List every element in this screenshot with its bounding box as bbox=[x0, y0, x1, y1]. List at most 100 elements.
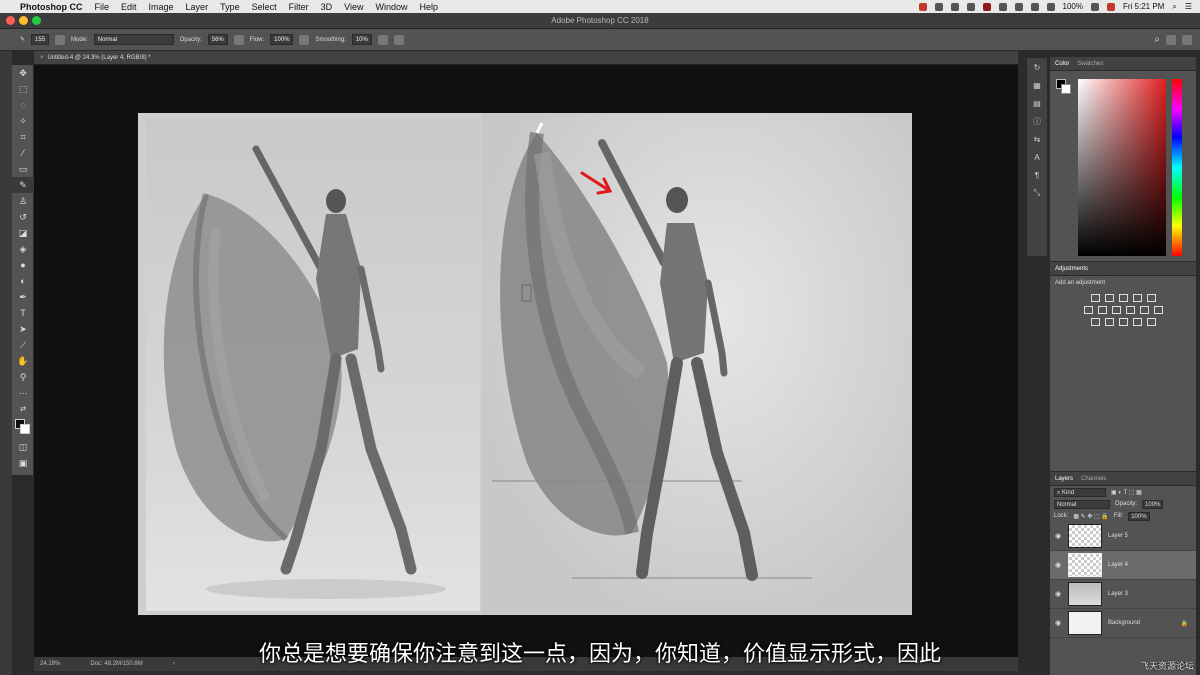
search-icon[interactable]: ⌕ bbox=[1154, 34, 1160, 45]
volume-icon[interactable] bbox=[1014, 2, 1023, 11]
more-tools-icon[interactable]: ··· bbox=[12, 385, 34, 401]
filter-kind-select[interactable]: ⌕ Kind bbox=[1054, 487, 1106, 497]
close-tab-icon[interactable]: × bbox=[40, 55, 44, 61]
document-canvas[interactable] bbox=[138, 113, 912, 615]
menu-window[interactable]: Window bbox=[375, 2, 407, 12]
quick-select-tool-icon[interactable]: ✧ bbox=[12, 113, 34, 129]
type-tool-icon[interactable]: T bbox=[12, 305, 34, 321]
app-status-icon[interactable] bbox=[934, 2, 943, 11]
menu-view[interactable]: View bbox=[344, 2, 363, 12]
document-tab[interactable]: × Untitled-4 @ 24.3% (Layer 4, RGB/8) * bbox=[34, 51, 1018, 65]
curves-icon[interactable] bbox=[1118, 294, 1128, 302]
menu-3d[interactable]: 3D bbox=[321, 2, 333, 12]
line-tool-icon[interactable]: ⟋ bbox=[12, 337, 34, 353]
brush-tool-preset-icon[interactable]: ✎ bbox=[20, 36, 25, 43]
channel-mixer-icon[interactable] bbox=[1139, 306, 1149, 314]
layer-name[interactable]: Layer 5 bbox=[1108, 533, 1128, 539]
properties-panel-icon[interactable]: ⇆ bbox=[1027, 130, 1047, 148]
pen-tool-icon[interactable]: ✒ bbox=[12, 289, 34, 305]
blend-mode-select[interactable]: Normal bbox=[1054, 499, 1110, 509]
battery-icon[interactable] bbox=[1091, 2, 1099, 11]
airbrush-icon[interactable] bbox=[299, 34, 310, 45]
tool-presets-panel-icon[interactable]: ⤡ bbox=[1027, 184, 1047, 202]
marquee-tool-icon[interactable]: ⬚ bbox=[12, 81, 34, 97]
history-brush-tool-icon[interactable]: ↺ bbox=[12, 209, 34, 225]
color-balance-icon[interactable] bbox=[1097, 306, 1107, 314]
color-picker-field[interactable] bbox=[1078, 79, 1166, 256]
eyedropper-tool-icon[interactable]: ⁄ bbox=[12, 145, 34, 161]
path-select-tool-icon[interactable]: ➤ bbox=[12, 321, 34, 337]
paragraph-panel-icon[interactable]: ¶ bbox=[1027, 166, 1047, 184]
history-panel-icon[interactable]: ↻ bbox=[1027, 58, 1047, 76]
fill-field[interactable]: 100% bbox=[1128, 511, 1150, 521]
brush-size-field[interactable]: 155 bbox=[31, 34, 50, 45]
background-color-swatch[interactable] bbox=[20, 424, 30, 434]
visibility-eye-icon[interactable]: ◉ bbox=[1054, 590, 1062, 598]
actions-panel-icon[interactable]: ▤ bbox=[1027, 94, 1047, 112]
share-icon[interactable] bbox=[1182, 34, 1192, 45]
pressure-size-icon[interactable] bbox=[393, 34, 404, 45]
canvas-area[interactable] bbox=[34, 65, 1018, 657]
layer-row-layer-5[interactable]: ◉ Layer 5 bbox=[1050, 522, 1196, 551]
layer-name[interactable]: Background bbox=[1108, 620, 1140, 626]
background-color-swatch[interactable] bbox=[1061, 84, 1071, 94]
zoom-window-icon[interactable] bbox=[32, 16, 41, 25]
brightness-contrast-icon[interactable] bbox=[1090, 294, 1100, 302]
filter-icons[interactable]: ▣ ◐ T ⬚ ▦ bbox=[1111, 489, 1142, 496]
lock-icons[interactable]: ▦ ✎ ✥ ⬚ 🔒 bbox=[1073, 513, 1109, 520]
brush-tool-icon[interactable]: ✎ bbox=[12, 177, 34, 193]
crop-tool-icon[interactable]: ⌗ bbox=[12, 129, 34, 145]
menu-filter[interactable]: Filter bbox=[289, 2, 309, 12]
smoothing-settings-icon[interactable] bbox=[377, 34, 388, 45]
smoothing-field[interactable]: 10% bbox=[351, 34, 372, 45]
layer-name[interactable]: Layer 4 bbox=[1108, 562, 1128, 568]
posterize-icon[interactable] bbox=[1104, 318, 1114, 326]
menu-help[interactable]: Help bbox=[419, 2, 438, 12]
flow-field[interactable]: 100% bbox=[270, 34, 294, 45]
recording-icon[interactable] bbox=[918, 2, 927, 11]
color-lookup-icon[interactable] bbox=[1153, 306, 1163, 314]
layer-row-layer-3[interactable]: ◉ Layer 3 bbox=[1050, 580, 1196, 609]
workspace-icon[interactable] bbox=[1166, 34, 1176, 45]
clock[interactable]: Fri 5:21 PM bbox=[1123, 2, 1164, 11]
layer-name[interactable]: Layer 3 bbox=[1108, 591, 1128, 597]
app-status-icon-2[interactable] bbox=[950, 2, 959, 11]
menu-type[interactable]: Type bbox=[220, 2, 240, 12]
brush-settings-icon[interactable] bbox=[55, 34, 66, 45]
swap-colors-icon[interactable]: ⇄ bbox=[12, 401, 34, 417]
lasso-tool-icon[interactable]: ◌ bbox=[12, 97, 34, 113]
quick-mask-icon[interactable]: ◫ bbox=[12, 439, 34, 455]
healing-brush-tool-icon[interactable]: ▭ bbox=[12, 161, 34, 177]
threshold-icon[interactable] bbox=[1118, 318, 1128, 326]
tab-color[interactable]: Color bbox=[1055, 61, 1069, 67]
vibrance-icon[interactable] bbox=[1146, 294, 1156, 302]
menu-image[interactable]: Image bbox=[149, 2, 174, 12]
bluetooth-icon[interactable] bbox=[998, 2, 1007, 11]
invert-icon[interactable] bbox=[1090, 318, 1100, 326]
visibility-eye-icon[interactable]: ◉ bbox=[1054, 561, 1062, 569]
menu-select[interactable]: Select bbox=[252, 2, 277, 12]
exposure-icon[interactable] bbox=[1132, 294, 1142, 302]
color-swatches[interactable] bbox=[12, 417, 33, 439]
move-tool-icon[interactable]: ✥ bbox=[12, 65, 34, 81]
tab-channels[interactable]: Channels bbox=[1081, 476, 1106, 482]
app-status-icon-3[interactable] bbox=[966, 2, 975, 11]
menu-edit[interactable]: Edit bbox=[121, 2, 137, 12]
info-panel-icon[interactable]: ⓘ bbox=[1027, 112, 1047, 130]
black-white-icon[interactable] bbox=[1111, 306, 1121, 314]
tab-swatches[interactable]: Swatches bbox=[1077, 61, 1103, 67]
layer-row-background[interactable]: ◉ Background 🔒 bbox=[1050, 609, 1196, 638]
visibility-eye-icon[interactable]: ◉ bbox=[1054, 532, 1062, 540]
app-menu[interactable]: Photoshop CC bbox=[20, 2, 83, 12]
zoom-tool-icon[interactable]: ⚲ bbox=[12, 369, 34, 385]
mode-select[interactable]: Normal bbox=[93, 34, 174, 45]
photo-filter-icon[interactable] bbox=[1125, 306, 1135, 314]
app-status-icon-4[interactable] bbox=[982, 2, 991, 11]
gradient-map-icon[interactable] bbox=[1132, 318, 1142, 326]
close-window-icon[interactable] bbox=[6, 16, 15, 25]
control-center-icon[interactable]: ☰ bbox=[1185, 2, 1192, 11]
dodge-tool-icon[interactable]: ◐ bbox=[12, 273, 34, 289]
character-panel-icon[interactable]: A bbox=[1027, 148, 1047, 166]
adjustments-title[interactable]: Adjustments bbox=[1055, 266, 1088, 272]
hand-tool-icon[interactable]: ✋ bbox=[12, 353, 34, 369]
